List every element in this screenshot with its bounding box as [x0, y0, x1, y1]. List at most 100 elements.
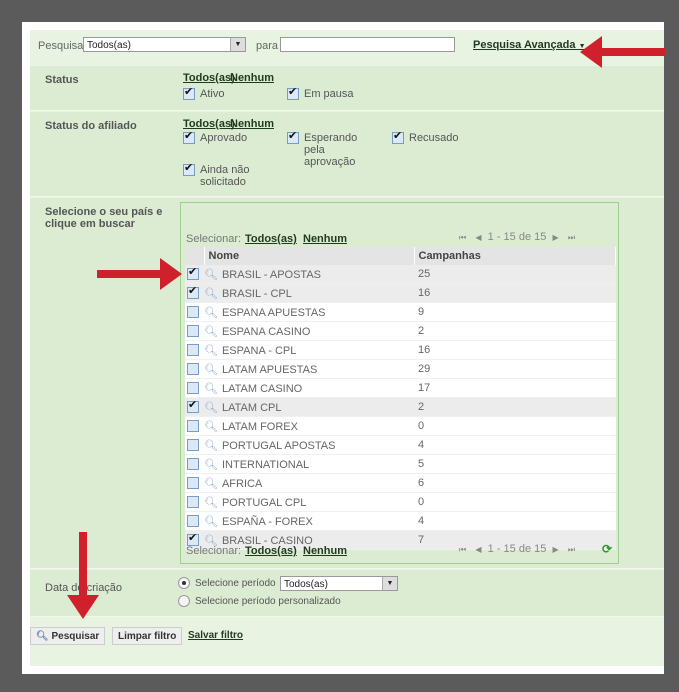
search-scope-select[interactable]: Todos(as) ▼ [83, 37, 246, 52]
clear-filter-button[interactable]: Limpar filtro [112, 627, 183, 645]
magnifier-icon[interactable]: 🔍︎ [204, 402, 218, 414]
magnifier-icon[interactable]: 🔍︎ [204, 269, 218, 281]
magnifier-icon[interactable]: 🔍︎ [204, 288, 218, 300]
table-row[interactable]: 🔍︎ AFRICA 6 [185, 473, 616, 493]
column-header-nome[interactable]: Nome [204, 247, 415, 265]
period-select[interactable]: Todos(as) ▼ [280, 576, 398, 591]
checkbox-icon[interactable] [392, 129, 404, 145]
filter-form: Pesquisar em Todos(as) ▼ para Pesquisa Av… [30, 30, 664, 666]
magnifier-icon[interactable]: 🔍︎ [204, 478, 218, 490]
row-checkbox[interactable] [187, 515, 199, 528]
checkbox-icon[interactable] [287, 85, 299, 101]
row-checkbox[interactable] [187, 420, 199, 433]
select-label-bottom: Selecionar: [186, 545, 242, 557]
select-label: Selecionar: [186, 233, 242, 245]
status-none-link[interactable]: Nenhum [230, 72, 274, 84]
radio-label: Selecione período personalizado [195, 596, 341, 607]
checkbox-label: Esperando pela aprovação [304, 132, 358, 168]
checkbox-icon[interactable] [287, 129, 299, 144]
table-row[interactable]: 🔍︎ PORTUGAL APOSTAS 4 [185, 435, 616, 455]
status-ativo-checkbox[interactable]: Ativo [183, 85, 224, 101]
row-checkbox-cell [185, 340, 204, 360]
search-input[interactable] [280, 37, 455, 52]
table-row[interactable]: 🔍︎ LATAM FOREX 0 [185, 416, 616, 436]
status-em-pausa-checkbox[interactable]: Em pausa [287, 85, 354, 101]
table-row[interactable]: 🔍︎ ESPANA CASINO 2 [185, 321, 616, 341]
magnifier-icon[interactable]: 🔍︎ [204, 516, 218, 528]
checkbox-icon[interactable] [183, 161, 195, 176]
save-filter-link[interactable]: Salvar filtro [188, 630, 243, 641]
esperando-checkbox[interactable]: Esperando pela aprovação [287, 129, 367, 168]
radio-icon[interactable] [178, 595, 190, 608]
campaign-count: 2 [414, 321, 616, 341]
refresh-icon[interactable]: ⟳ [602, 542, 612, 556]
status-all-link[interactable]: Todos(as) [183, 72, 235, 84]
recusado-checkbox[interactable]: Recusado [392, 129, 459, 145]
checkbox-icon[interactable] [183, 129, 195, 145]
row-checkbox[interactable] [187, 284, 199, 300]
country-name-cell: 🔍︎ ESPANA CASINO [204, 321, 414, 341]
first-page-icon[interactable]: ⏮ [459, 545, 466, 554]
magnifier-icon[interactable]: 🔍︎ [204, 307, 218, 319]
magnifier-icon[interactable]: 🔍︎ [204, 326, 218, 338]
pager-text: 1 - 15 de 15 [487, 231, 547, 243]
row-checkbox[interactable] [187, 439, 199, 452]
magnifier-icon[interactable]: 🔍︎ [204, 459, 218, 471]
table-row[interactable]: 🔍︎ LATAM APUESTAS 29 [185, 359, 616, 379]
row-checkbox[interactable] [187, 265, 199, 281]
search-button[interactable]: 🔍︎ Pesquisar [30, 627, 106, 645]
magnifier-icon[interactable]: 🔍︎ [204, 383, 218, 395]
row-checkbox[interactable] [187, 363, 199, 376]
table-row[interactable]: 🔍︎LATAM CPL 2 [185, 397, 616, 417]
table-row[interactable]: 🔍︎ ESPANA - CPL 16 [185, 340, 616, 360]
table-row[interactable]: 🔍︎ ESPANA APUESTAS 9 [185, 302, 616, 322]
table-row[interactable]: 🔍︎BRASIL - CPL 16 [185, 283, 616, 303]
row-checkbox[interactable] [187, 325, 199, 338]
prev-page-icon[interactable]: ◀ [475, 233, 481, 242]
first-page-icon[interactable]: ⏮ [459, 233, 466, 242]
checkbox-icon[interactable] [183, 85, 195, 101]
row-checkbox[interactable] [187, 398, 199, 414]
custom-period-radio[interactable]: Selecione período personalizado [178, 595, 341, 608]
table-row[interactable]: 🔍︎BRASIL - APOSTAS 25 [185, 265, 616, 284]
select-none-link-bottom[interactable]: Nenhum [303, 545, 347, 557]
select-all-link-bottom[interactable]: Todos(as) [245, 545, 297, 557]
row-checkbox[interactable] [187, 477, 199, 490]
row-checkbox[interactable] [187, 382, 199, 395]
select-none-link[interactable]: Nenhum [303, 233, 347, 245]
magnifier-icon[interactable]: 🔍︎ [204, 440, 218, 452]
aprovado-checkbox[interactable]: Aprovado [183, 129, 247, 145]
chevron-down-icon[interactable]: ▼ [382, 577, 397, 590]
prev-page-icon[interactable]: ◀ [475, 545, 481, 554]
magnifier-icon[interactable]: 🔍︎ [204, 421, 218, 433]
select-all-link[interactable]: Todos(as) [245, 233, 297, 245]
next-page-icon[interactable]: ▶ [553, 233, 559, 242]
country-name: BRASIL - CPL [221, 287, 292, 300]
chevron-down-icon[interactable]: ▼ [230, 38, 245, 51]
table-row[interactable]: 🔍︎ ESPAÑA - FOREX 4 [185, 511, 616, 531]
table-row[interactable]: 🔍︎ LATAM CASINO 17 [185, 378, 616, 398]
next-page-icon[interactable]: ▶ [553, 545, 559, 554]
row-checkbox[interactable] [187, 496, 199, 509]
table-row[interactable]: 🔍︎ INTERNATIONAL 5 [185, 454, 616, 474]
last-page-icon[interactable]: ⏭ [568, 233, 575, 242]
radio-icon[interactable] [178, 577, 190, 590]
country-name-cell: 🔍︎ LATAM CPL [204, 397, 414, 417]
row-checkbox[interactable] [187, 306, 199, 319]
table-row[interactable]: 🔍︎ PORTUGAL CPL 0 [185, 492, 616, 512]
magnifier-icon[interactable]: 🔍︎ [204, 345, 218, 357]
row-checkbox[interactable] [187, 458, 199, 471]
row-checkbox-cell [185, 283, 204, 303]
column-header-campanhas[interactable]: Campanhas [414, 247, 616, 265]
row-checkbox[interactable] [187, 344, 199, 357]
country-name: PORTUGAL CPL [221, 496, 307, 509]
last-page-icon[interactable]: ⏭ [568, 545, 575, 554]
affiliate-none-link[interactable]: Nenhum [230, 118, 274, 130]
ainda-nao-checkbox[interactable]: Ainda não solicitado [183, 161, 263, 188]
magnifier-icon[interactable]: 🔍︎ [204, 364, 218, 376]
advanced-search-link[interactable]: Pesquisa Avançada ▼ [473, 39, 586, 51]
period-radio[interactable]: Selecione período [178, 577, 276, 590]
magnifier-icon[interactable]: 🔍︎ [204, 497, 218, 509]
country-grid: Selecionar: Todos(as) Nenhum ⏮ ◀ 1 - 15 … [180, 202, 619, 564]
pager-text: 1 - 15 de 15 [487, 543, 547, 555]
